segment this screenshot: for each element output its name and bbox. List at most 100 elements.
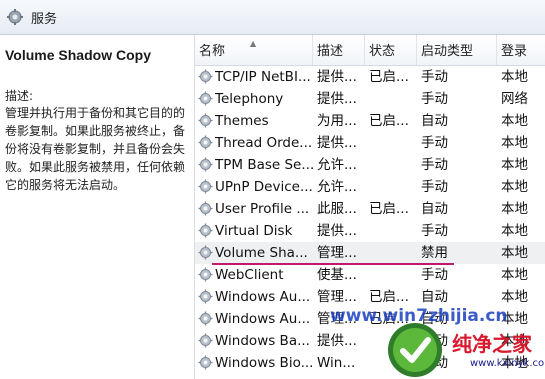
- service-description: 提供...: [317, 69, 357, 85]
- service-status: 已启...: [369, 201, 409, 217]
- table-row[interactable]: Windows Au... 管理... 已启... 自动 本地: [195, 286, 545, 308]
- watermark-site: www.kxinyk.com: [470, 358, 545, 369]
- service-startup-type: 手动: [421, 267, 448, 283]
- service-description: 管理...: [317, 289, 357, 305]
- service-name: Windows Bio...: [215, 355, 313, 371]
- window-title: 服务: [31, 12, 58, 27]
- service-logon: 本地: [501, 201, 528, 217]
- service-gear-icon: [198, 223, 213, 238]
- service-name: Volume Sha...: [215, 245, 308, 261]
- service-name: TPM Base Se...: [215, 157, 313, 173]
- service-startup-type: 自动: [421, 113, 448, 129]
- column-header-description[interactable]: 描述: [313, 35, 365, 65]
- service-gear-icon: [198, 267, 213, 282]
- service-startup-type: 手动: [421, 69, 448, 85]
- service-startup-type: 手动: [421, 91, 448, 107]
- service-status: [369, 88, 417, 110]
- service-gear-icon: [198, 355, 213, 370]
- service-startup-type: 禁用: [421, 245, 448, 261]
- service-name: User Profile ...: [215, 201, 310, 217]
- table-row[interactable]: Volume Sha... 管理... 禁用 本地: [195, 242, 545, 264]
- service-description-pane: Volume Shadow Copy 描述: 管理并执行用于备份和其它目的的卷影…: [0, 35, 194, 379]
- table-row[interactable]: Thread Orde... 提供... 手动 本地: [195, 132, 545, 154]
- service-description: 为用...: [317, 113, 357, 129]
- service-gear-icon: [198, 135, 213, 150]
- service-status: 已启...: [369, 113, 409, 129]
- service-startup-type: 手动: [421, 135, 448, 151]
- service-startup-type: 手动: [421, 179, 448, 195]
- column-header-name[interactable]: 名称: [195, 35, 313, 65]
- service-description: 提供...: [317, 223, 357, 239]
- service-name: Thread Orde...: [215, 135, 313, 151]
- service-startup-type: 手动: [421, 157, 448, 173]
- service-status: 已启...: [369, 69, 409, 85]
- service-logon: 本地: [501, 113, 528, 129]
- service-startup-type: 自动: [421, 201, 448, 217]
- service-name: Virtual Disk: [215, 223, 293, 239]
- service-logon: 本地: [501, 179, 528, 195]
- service-gear-icon: [198, 333, 213, 348]
- service-name: Windows Au...: [215, 289, 311, 305]
- table-row[interactable]: UPnP Device... 允许... 手动 本地: [195, 176, 545, 198]
- service-description: 提供...: [317, 91, 357, 107]
- service-description: 提供...: [317, 135, 357, 151]
- service-name: Themes: [215, 113, 269, 129]
- service-gear-icon: [198, 157, 213, 172]
- service-gear-icon: [198, 201, 213, 216]
- service-gear-icon: [198, 113, 213, 128]
- service-description: 提供...: [317, 333, 357, 349]
- watermark-brand: 纯净之家: [452, 332, 532, 356]
- service-gear-icon: [198, 179, 213, 194]
- service-name: Windows Au...: [215, 311, 311, 327]
- table-row[interactable]: Virtual Disk 提供... 手动 本地: [195, 220, 545, 242]
- service-description: 允许...: [317, 179, 357, 195]
- service-gear-icon: [198, 245, 213, 260]
- service-logon: 本地: [501, 69, 528, 85]
- table-row[interactable]: TPM Base Se... 允许... 手动 本地: [195, 154, 545, 176]
- service-status: [369, 132, 417, 154]
- service-logon: 本地: [501, 245, 528, 261]
- table-row[interactable]: Themes 为用... 已启... 自动 本地: [195, 110, 545, 132]
- table-row[interactable]: WebClient 使基... 手动 本地: [195, 264, 545, 286]
- watermark-logo-icon: [388, 323, 442, 377]
- service-name: WebClient: [215, 267, 284, 283]
- service-description-text: 管理并执行用于备份和其它目的的卷影复制。如果此服务被终止，备份将没有卷影复制，并…: [5, 106, 186, 192]
- service-name: UPnP Device...: [215, 179, 313, 195]
- window-titlebar: 服务: [0, 0, 545, 35]
- service-startup-type: 自动: [421, 289, 448, 305]
- description-label: 描述:: [5, 89, 34, 103]
- service-gear-icon: [198, 289, 213, 304]
- column-header-status[interactable]: 状态: [365, 35, 417, 65]
- column-header-logon[interactable]: 登录: [497, 35, 545, 65]
- service-startup-type: 手动: [421, 223, 448, 239]
- service-description: 允许...: [317, 157, 357, 173]
- service-description: Win...: [317, 355, 356, 371]
- service-gear-icon: [198, 311, 213, 326]
- service-gear-icon: [198, 91, 213, 106]
- service-status: [369, 264, 417, 286]
- service-logon: 本地: [501, 157, 528, 173]
- service-status: 已启...: [369, 289, 409, 305]
- service-logon: 本地: [501, 289, 528, 305]
- selected-service-name: Volume Shadow Copy: [5, 47, 151, 63]
- service-logon: 本地: [501, 223, 528, 239]
- service-status: [369, 242, 417, 264]
- service-logon: 本地: [501, 267, 528, 283]
- services-table-header: ▲ 名称 描述 状态 启动类型 登录: [195, 35, 545, 66]
- table-row[interactable]: TCP/IP NetBI... 提供... 已启... 手动 本地: [195, 66, 545, 88]
- table-row[interactable]: User Profile ... 此服... 已启... 自动 本地: [195, 198, 545, 220]
- service-name: TCP/IP NetBI...: [215, 69, 311, 85]
- service-description: 此服...: [317, 201, 357, 217]
- services-gear-icon: [7, 9, 23, 25]
- highlight-underline: [212, 263, 454, 265]
- service-logon: 本地: [501, 135, 528, 151]
- service-description: 管理...: [317, 245, 357, 261]
- table-row[interactable]: Telephony 提供... 手动 网络: [195, 88, 545, 110]
- service-status: [369, 220, 417, 242]
- column-header-startup-type[interactable]: 启动类型: [417, 35, 497, 65]
- service-name: Windows Ba...: [215, 333, 310, 349]
- service-description: 使基...: [317, 267, 357, 283]
- service-status: [369, 154, 417, 176]
- service-name: Telephony: [215, 91, 284, 107]
- service-status: [369, 176, 417, 198]
